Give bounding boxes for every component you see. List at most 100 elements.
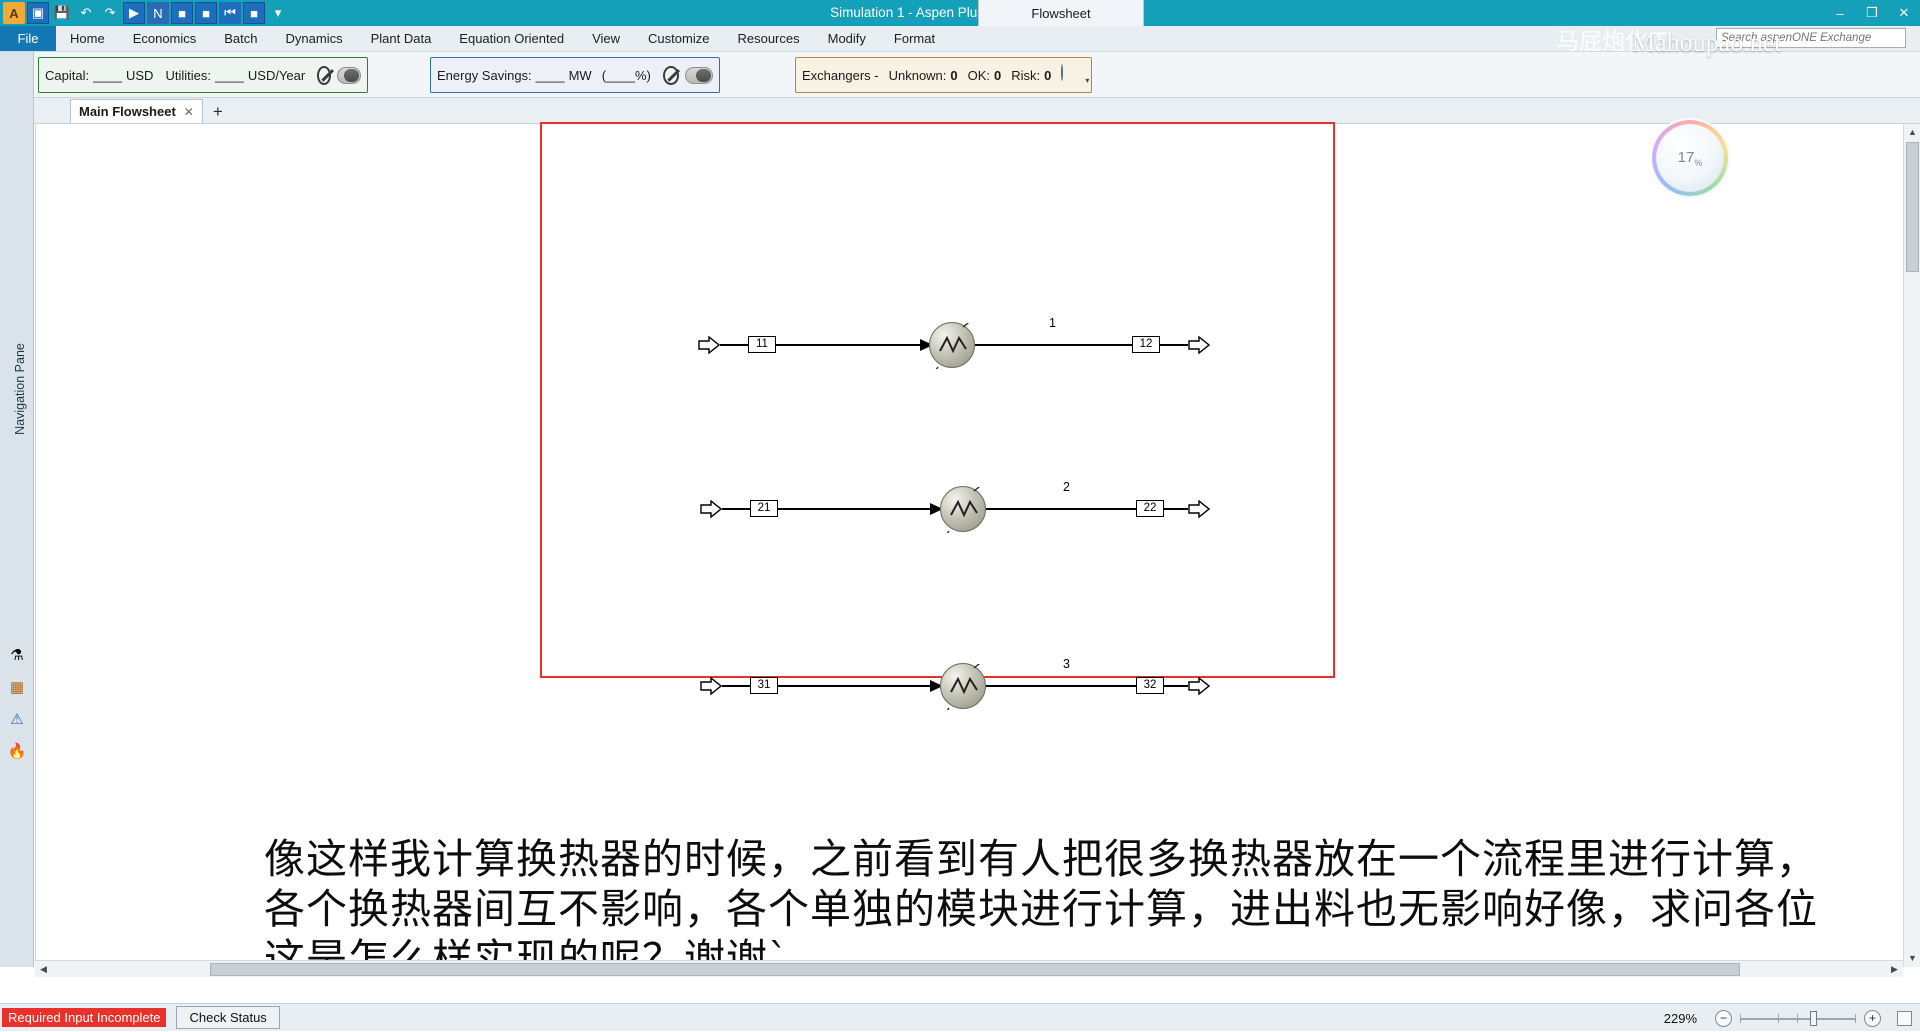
- economics-toggle[interactable]: [336, 66, 361, 84]
- heater-block[interactable]: [940, 663, 986, 710]
- stream-label[interactable]: 32: [1136, 677, 1164, 694]
- restore-button[interactable]: ❐: [1856, 0, 1888, 26]
- ribbon-tab-strip: File Home Economics Batch Dynamics Plant…: [0, 26, 1920, 52]
- watermark-progress-bubble: 17%: [1650, 118, 1730, 198]
- no-entry-icon: [317, 65, 331, 85]
- capital-unit: USD: [126, 67, 154, 83]
- flowsheet-tab-strip: Main Flowsheet ✕ +: [0, 98, 1920, 124]
- exchanger-status-icon[interactable]: ▾: [1061, 64, 1089, 85]
- scroll-right-icon[interactable]: ▶: [1888, 963, 1901, 976]
- flowsheet-row: 11 1 12: [36, 316, 1336, 389]
- unknown-value: 0: [950, 67, 958, 83]
- feed-arrow-icon[interactable]: [700, 677, 722, 695]
- safety-analysis-icon[interactable]: ⚠: [5, 706, 29, 732]
- tab-customize[interactable]: Customize: [634, 26, 723, 51]
- exchangers-label: Exchangers -: [802, 67, 879, 83]
- minimize-button[interactable]: –: [1824, 0, 1856, 26]
- window-controls: – ❐ ✕: [1824, 0, 1920, 26]
- scroll-up-icon[interactable]: ▲: [1906, 126, 1919, 139]
- close-button[interactable]: ✕: [1888, 0, 1920, 26]
- heater-block[interactable]: [940, 486, 986, 533]
- zoom-slider-knob[interactable]: [1810, 1010, 1817, 1026]
- stream-label[interactable]: 21: [750, 500, 778, 517]
- feed-arrow-icon[interactable]: [700, 500, 722, 518]
- group-energy-savings: Energy Savings: ____ MW (____%): [430, 57, 720, 93]
- status-badge-required-input: Required Input Incomplete: [2, 1008, 167, 1027]
- tab-equation-oriented[interactable]: Equation Oriented: [445, 26, 578, 51]
- add-sheet-button[interactable]: +: [213, 101, 223, 123]
- redo-icon[interactable]: ↷: [99, 2, 121, 24]
- stream-label[interactable]: 11: [748, 336, 776, 353]
- contextual-tab-flowsheet[interactable]: Flowsheet: [978, 0, 1144, 26]
- new-icon[interactable]: ▣: [27, 2, 49, 24]
- zoom-controls: 229% − +: [1643, 1004, 1912, 1032]
- tab-batch[interactable]: Batch: [210, 26, 271, 51]
- tab-format[interactable]: Format: [880, 26, 949, 51]
- quick-access-toolbar: A ▣ 💾 ↶ ↷ ▶ N ■ ■ ⏮ ■ ▾: [0, 0, 290, 26]
- heater-block[interactable]: [929, 322, 975, 369]
- tab-dynamics[interactable]: Dynamics: [272, 26, 357, 51]
- check-status-button[interactable]: Check Status: [176, 1006, 280, 1029]
- next-input-icon[interactable]: ▶: [123, 2, 145, 24]
- properties-flask-icon[interactable]: ⚗: [5, 642, 29, 668]
- group-economics: Capital: ____ USD Utilities: ____ USD/Ye…: [38, 57, 368, 93]
- ok-value: 0: [994, 67, 1002, 83]
- zoom-out-button[interactable]: −: [1715, 1009, 1732, 1027]
- scroll-down-icon[interactable]: ▼: [1906, 952, 1919, 965]
- control-panel-icon[interactable]: ■: [171, 2, 193, 24]
- product-arrow-icon[interactable]: [1188, 677, 1210, 695]
- status-bar: Required Input Incomplete Check Status 2…: [0, 1003, 1920, 1031]
- utilities-unit: USD/Year: [247, 67, 306, 83]
- save-icon[interactable]: 💾: [51, 2, 73, 24]
- scroll-left-icon[interactable]: ◀: [37, 963, 50, 976]
- flowsheet-row: 21 2 22: [36, 480, 1336, 553]
- title-bar: A ▣ 💾 ↶ ↷ ▶ N ■ ■ ⏮ ■ ▾ Simulation 1 - A…: [0, 0, 1920, 26]
- customize-toolbar-icon[interactable]: ▾: [267, 2, 289, 24]
- capital-value: ____: [93, 67, 122, 83]
- utilities-value: ____: [214, 67, 244, 83]
- horizontal-scrollbar[interactable]: ◀ ▶: [35, 960, 1903, 977]
- stream-label[interactable]: 31: [750, 677, 778, 694]
- stream-label[interactable]: 12: [1132, 336, 1160, 353]
- fit-to-window-button[interactable]: [1897, 1010, 1912, 1026]
- simulation-icon[interactable]: ▦: [5, 674, 29, 700]
- energy-savings-percent: (____%): [601, 67, 651, 83]
- close-icon[interactable]: ✕: [184, 105, 194, 119]
- navigation-pane: Navigation Pane ⚗ ▦ ⚠ 🔥: [0, 52, 34, 967]
- risk-label: Risk:: [1011, 67, 1041, 83]
- tab-file[interactable]: File: [0, 26, 56, 51]
- stop-icon[interactable]: ■: [243, 2, 265, 24]
- reset-icon[interactable]: N: [147, 2, 169, 24]
- group-exchangers: Exchangers - Unknown: 0 OK: 0 Risk: 0 ▾: [795, 57, 1092, 93]
- flowsheet-row: 31 3 32: [36, 657, 1336, 730]
- energy-toggle[interactable]: [684, 66, 713, 84]
- sheet-tab-label: Main Flowsheet: [79, 104, 176, 119]
- product-arrow-icon[interactable]: [1188, 336, 1210, 354]
- step-icon[interactable]: ⏮: [219, 2, 241, 24]
- tab-economics[interactable]: Economics: [119, 26, 211, 51]
- capital-label: Capital:: [45, 67, 90, 83]
- flowsheet-canvas[interactable]: 11 1 12 21 2 22 31 3 32 像这样我计算换热器的时候，之前看…: [35, 122, 1920, 983]
- tab-view[interactable]: View: [578, 26, 634, 51]
- zoom-in-button[interactable]: +: [1864, 1009, 1881, 1027]
- tab-plant-data[interactable]: Plant Data: [357, 26, 446, 51]
- zoom-slider[interactable]: [1740, 1010, 1856, 1027]
- no-entry-icon: [662, 65, 679, 85]
- tab-resources[interactable]: Resources: [723, 26, 813, 51]
- selection-rectangle: [540, 122, 1335, 678]
- feed-arrow-icon[interactable]: [698, 336, 720, 354]
- stream-label[interactable]: 22: [1136, 500, 1164, 517]
- horizontal-scroll-thumb[interactable]: [210, 963, 1740, 976]
- vertical-scroll-thumb[interactable]: [1906, 142, 1919, 272]
- search-input[interactable]: [1716, 28, 1906, 48]
- tab-home[interactable]: Home: [56, 26, 119, 51]
- sheet-tab-main-flowsheet[interactable]: Main Flowsheet ✕: [70, 99, 203, 123]
- energy-analysis-icon[interactable]: 🔥: [5, 738, 29, 764]
- vertical-scrollbar[interactable]: ▲ ▼: [1903, 124, 1920, 967]
- app-logo-icon[interactable]: A: [3, 2, 25, 24]
- energy-savings-unit: MW: [568, 67, 592, 83]
- tab-modify[interactable]: Modify: [814, 26, 880, 51]
- undo-icon[interactable]: ↶: [75, 2, 97, 24]
- reinitialize-icon[interactable]: ■: [195, 2, 217, 24]
- product-arrow-icon[interactable]: [1188, 500, 1210, 518]
